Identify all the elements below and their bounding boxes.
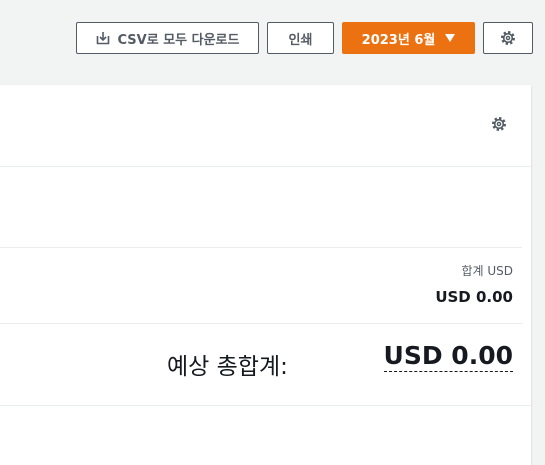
toolbar: CSV로 모두 다운로드 인쇄 2023년 6월	[0, 0, 545, 84]
print-label: 인쇄	[288, 32, 313, 48]
divider	[0, 323, 522, 324]
gear-icon	[500, 30, 516, 46]
download-icon	[96, 31, 110, 45]
panel-settings-gear-icon[interactable]	[491, 116, 507, 136]
download-csv-label: CSV로 모두 다운로드	[117, 32, 240, 48]
column-header-total-usd: 합계 USD	[461, 264, 513, 278]
month-selector-button[interactable]: 2023년 6월	[342, 22, 475, 54]
month-selector-label: 2023년 6월	[361, 32, 436, 48]
divider	[0, 247, 522, 248]
settings-button[interactable]	[483, 22, 533, 54]
estimated-total-value[interactable]: USD 0.00	[383, 341, 513, 372]
print-button[interactable]: 인쇄	[267, 22, 334, 54]
bill-summary-panel: 합계 USD USD 0.00 예상 총합계: USD 0.00	[0, 85, 531, 465]
subtotal-value: USD 0.00	[435, 288, 513, 306]
divider	[0, 166, 531, 167]
download-csv-button[interactable]: CSV로 모두 다운로드	[76, 22, 259, 54]
divider	[0, 405, 531, 406]
estimated-total-label: 예상 총합계:	[167, 354, 288, 380]
caret-down-icon	[445, 34, 456, 42]
